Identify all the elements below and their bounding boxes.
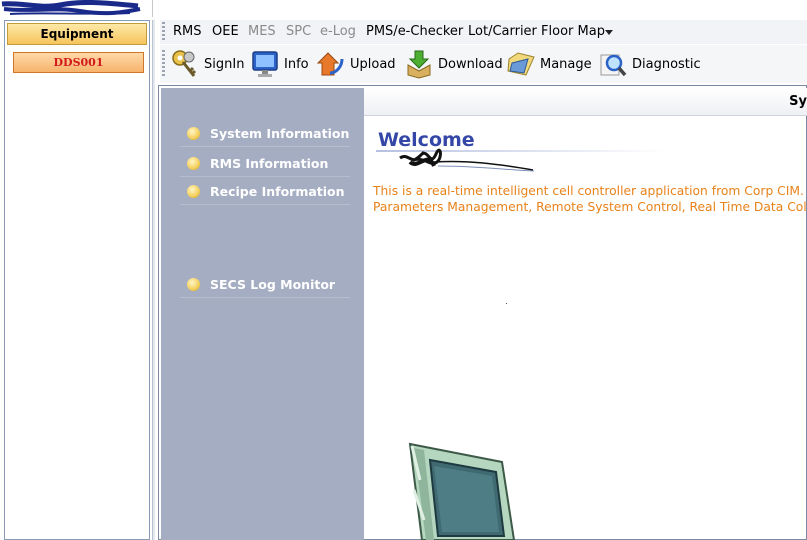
menu-grip-handle[interactable] [162, 22, 165, 42]
nav-item-rms-information[interactable]: RMS Information [180, 151, 350, 177]
signin-button[interactable]: SignIn [170, 47, 244, 81]
computer-monitor-icon [408, 442, 516, 540]
diagnostic-label: Diagnostic [632, 56, 701, 72]
download-label: Download [438, 56, 503, 72]
menu-mes[interactable]: MES [248, 24, 276, 40]
info-button[interactable]: Info [250, 47, 309, 81]
content-title-text: Sy [789, 94, 807, 109]
manage-label: Manage [540, 56, 592, 72]
description-text: This is a real-time intelligent cell con… [373, 183, 807, 215]
diagnostic-button[interactable]: Diagnostic [598, 47, 701, 81]
magnifier-icon [600, 54, 627, 77]
strip-divider [152, 0, 153, 17]
panel-splitter[interactable] [152, 20, 155, 540]
menu-spc[interactable]: SPC [286, 24, 311, 40]
bullet-icon [187, 185, 200, 198]
menu-elog[interactable]: e-Log [320, 24, 356, 40]
nav-item-secs-log-monitor[interactable]: SECS Log Monitor [180, 272, 350, 298]
menu-oee[interactable]: OEE [212, 24, 239, 40]
nav-item-system-information[interactable]: System Information [180, 121, 350, 147]
nav-label: RMS Information [210, 156, 329, 171]
nav-label: Recipe Information [210, 184, 345, 199]
menu-pms-echecker[interactable]: PMS/e-Checker [366, 24, 463, 40]
nav-item-recipe-information[interactable]: Recipe Information [180, 179, 350, 205]
info-label: Info [284, 56, 309, 72]
upload-label: Upload [350, 56, 396, 72]
redacted-logo-icon [1, 0, 141, 16]
key-icon [172, 50, 197, 77]
upload-arrow-icon [316, 52, 344, 76]
description-line-2: Parameters Management, Remote System Con… [373, 200, 807, 214]
signin-label: SignIn [204, 56, 245, 72]
upload-button[interactable]: Upload [316, 47, 396, 81]
download-box-icon [407, 50, 431, 79]
equipment-header: Equipment [7, 23, 147, 45]
toolbar-grip-handle[interactable] [162, 50, 165, 78]
bullet-icon [187, 157, 200, 170]
menu-lot-carrier-floor-map[interactable]: Lot/Carrier Floor Map [468, 24, 605, 40]
redacted-name-icon [399, 148, 535, 172]
manage-folder-icon [507, 52, 535, 76]
menu-rms[interactable]: RMS [173, 24, 202, 40]
bullet-icon [187, 278, 200, 291]
description-line-1: This is a real-time intelligent cell con… [373, 184, 807, 198]
manage-button[interactable]: Manage [506, 47, 592, 81]
nav-label: SECS Log Monitor [210, 277, 336, 292]
bullet-icon [187, 127, 200, 140]
nav-label: System Information [210, 126, 350, 141]
monitor-icon [252, 51, 278, 77]
dropdown-arrow-icon[interactable] [604, 28, 614, 36]
equipment-item-dds001[interactable]: DDS001 [13, 52, 144, 73]
equipment-panel: Equipment DDS001 [4, 20, 150, 540]
download-button[interactable]: Download [404, 47, 503, 81]
stray-dot [506, 303, 507, 304]
content-title-bar: Sy [364, 88, 807, 116]
